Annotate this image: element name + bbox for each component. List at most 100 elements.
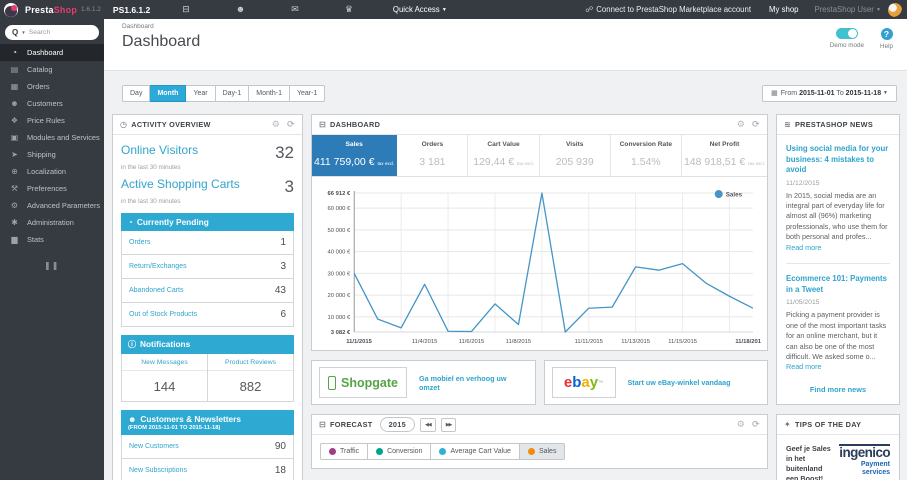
date-range-picker[interactable]: ▦ From 2015-11-01 To 2015-11-18 ▼ [762, 85, 897, 102]
legend-traffic-button[interactable]: Traffic [320, 443, 369, 461]
svg-text:11/18/201: 11/18/201 [735, 339, 761, 345]
find-more-news-link[interactable]: Find more news [786, 373, 890, 400]
collapse-menu-icon[interactable]: ❚❚ [0, 248, 104, 270]
user-avatar[interactable] [888, 2, 902, 17]
user-menu[interactable]: PrestaShop User ▼ [815, 5, 882, 14]
truck-icon: ➤ [11, 150, 18, 159]
period-day-1-button[interactable]: Day-1 [215, 85, 250, 102]
sidebar-item-orders[interactable]: ▦ Orders [0, 78, 104, 95]
gear-icon[interactable]: ⚙ [737, 419, 745, 430]
sidebar-item-dashboard[interactable]: ◔ Dashboard [0, 44, 104, 61]
kpi-visits[interactable]: Visits 205 939 [540, 135, 611, 176]
notifications-header: ⓘ Notifications [121, 335, 294, 354]
forecast-next-button[interactable]: ▶▶ [440, 417, 457, 432]
period-year-button[interactable]: Year [186, 85, 216, 102]
sidebar-item-advanced-parameters[interactable]: ⚙ Advanced Parameters [0, 197, 104, 214]
customers-row-new-customers[interactable]: New Customers 90 [121, 435, 294, 459]
prestashop-logo[interactable] [4, 2, 18, 17]
new-messages-cell[interactable]: New Messages 144 [122, 354, 207, 401]
read-more-link[interactable]: Read more [786, 362, 822, 371]
info-icon: ⓘ [128, 340, 136, 349]
refresh-icon[interactable]: ⟳ [287, 119, 295, 130]
product-reviews-cell[interactable]: Product Reviews 882 [207, 354, 293, 401]
period-month-button[interactable]: Month [150, 85, 187, 102]
refresh-icon[interactable]: ⟳ [752, 419, 760, 430]
cogs-icon: ⚙ [10, 201, 19, 210]
search-scope[interactable]: Q [12, 28, 18, 37]
demo-mode-toggle[interactable] [835, 28, 858, 39]
cart-icon[interactable]: ⊟ [182, 4, 190, 15]
quick-access-menu[interactable]: Quick Access ▼ [393, 5, 447, 14]
puzzle-icon: ▣ [10, 133, 19, 142]
svg-text:60 000 €: 60 000 € [328, 206, 351, 212]
search-box[interactable]: Q ▼ [5, 25, 99, 40]
period-month-1-button[interactable]: Month-1 [249, 85, 290, 102]
trophy-icon[interactable]: ♛ [345, 4, 353, 15]
sidebar-item-administration[interactable]: ✱ Administration [0, 214, 104, 231]
my-shop-link[interactable]: My shop [769, 5, 798, 14]
help-icon[interactable]: ? [880, 28, 893, 40]
link-icon: ☍ [585, 5, 594, 14]
customer-icon[interactable]: ☻ [236, 4, 245, 15]
gear-icon[interactable]: ⚙ [272, 119, 280, 130]
kpi-sales[interactable]: Sales 411 759,00 € tax excl. [312, 135, 398, 176]
kpi-orders[interactable]: Orders 3 181 [397, 135, 469, 176]
search-input[interactable] [28, 29, 92, 36]
help-control: ? Help [880, 28, 893, 50]
pending-row-returns[interactable]: Return/Exchanges 3 [121, 255, 294, 279]
clock-icon: ◔ [128, 218, 133, 227]
svg-text:11/4/2015: 11/4/2015 [412, 339, 438, 345]
svg-text:11/15/2015: 11/15/2015 [668, 339, 697, 345]
sidebar-item-localization[interactable]: ⊕ Localization [0, 163, 104, 180]
customers-row-new-subscriptions[interactable]: New Subscriptions 18 [121, 459, 294, 480]
sales-line-chart: 66 912 € 60 000 € 50 000 € 40 000 € 30 000 €… [328, 190, 761, 345]
shop-version-label: PS1.6.1.2 [112, 4, 151, 15]
marketplace-link[interactable]: ☍ Connect to PrestaShop Marketplace accou… [585, 5, 751, 14]
news-article-excerpt: Picking a payment provider is one of the… [786, 310, 887, 372]
conversion-dot-icon [376, 448, 384, 456]
lightbulb-icon: ✦ [784, 419, 792, 429]
ebay-logo: ebay ™ [551, 367, 616, 399]
online-visitors-link[interactable]: Online Visitors [121, 143, 198, 157]
pending-row-out-of-stock[interactable]: Out of Stock Products 6 [121, 303, 294, 327]
sidebar-item-preferences[interactable]: ⚒ Preferences [0, 180, 104, 197]
gear-icon[interactable]: ⚙ [737, 119, 745, 130]
sidebar-item-stats[interactable]: ▆ Stats [0, 231, 104, 248]
tips-panel-header: ✦ TIPS OF THE DAY [777, 415, 899, 435]
active-carts-link[interactable]: Active Shopping Carts [121, 177, 240, 191]
forecast-year-badge[interactable]: 2015 [379, 417, 415, 433]
sidebar-item-shipping[interactable]: ➤ Shipping [0, 146, 104, 163]
forecast-panel: ⊟ FORECAST 2015 ◀◀ ▶▶ ⚙ ⟳ Traffic Convers… [311, 414, 768, 470]
sidebar-item-catalog[interactable]: ▤ Catalog [0, 61, 104, 78]
legend-conversion-button[interactable]: Conversion [368, 443, 432, 461]
pending-row-abandoned-carts[interactable]: Abandoned Carts 43 [121, 279, 294, 303]
period-year-1-button[interactable]: Year-1 [289, 85, 326, 102]
sidebar-item-price-rules[interactable]: ❖ Price Rules [0, 112, 104, 129]
svg-text:20 000 €: 20 000 € [328, 293, 351, 299]
legend-average-cart-value-button[interactable]: Average Cart Value [431, 443, 520, 461]
breadcrumb[interactable]: Dashboard [122, 23, 907, 30]
date-range-bar: Day Month Year Day-1 Month-1 Year-1 ▦ Fro… [122, 85, 897, 102]
read-more-link[interactable]: Read more [786, 243, 822, 252]
kpi-cart-value[interactable]: Cart Value 129,44 € tax excl. [468, 135, 540, 176]
mail-icon[interactable]: ✉ [291, 4, 299, 15]
page-header: Dashboard Dashboard Demo mode ? Help [104, 19, 907, 71]
news-article-title[interactable]: Ecommerce 101: Payments in a Tweet [786, 274, 890, 295]
ebay-link[interactable]: Start uw eBay-winkel vandaag [628, 378, 731, 387]
forecast-prev-button[interactable]: ◀◀ [420, 417, 436, 432]
svg-text:50 000 €: 50 000 € [328, 228, 351, 234]
activity-overview-panel: ◷ ACTIVITY OVERVIEW ⚙ ⟳ Online Visitors 3… [112, 114, 303, 480]
legend-sales-button[interactable]: Sales [519, 443, 566, 461]
kpi-strip: Sales 411 759,00 € tax excl. Orders 3 18… [312, 135, 767, 177]
news-article-title[interactable]: Using social media for your business: 4 … [786, 144, 890, 176]
page-title: Dashboard [122, 33, 201, 50]
kpi-conversion-rate[interactable]: Conversion Rate 1.54% [611, 135, 682, 176]
pending-row-orders[interactable]: Orders 1 [121, 231, 294, 255]
refresh-icon[interactable]: ⟳ [752, 119, 760, 130]
period-day-button[interactable]: Day [122, 85, 151, 102]
news-article-excerpt: In 2015, social media are an integral pa… [786, 190, 888, 252]
sidebar-item-modules[interactable]: ▣ Modules and Services [0, 129, 104, 146]
sidebar-item-customers[interactable]: ☻ Customers [0, 95, 104, 112]
shopgate-link[interactable]: Ga mobiel en verhoog uw omzet [419, 374, 528, 392]
kpi-net-profit[interactable]: Net Profit 148 918,51 € tax excl. [682, 135, 767, 176]
